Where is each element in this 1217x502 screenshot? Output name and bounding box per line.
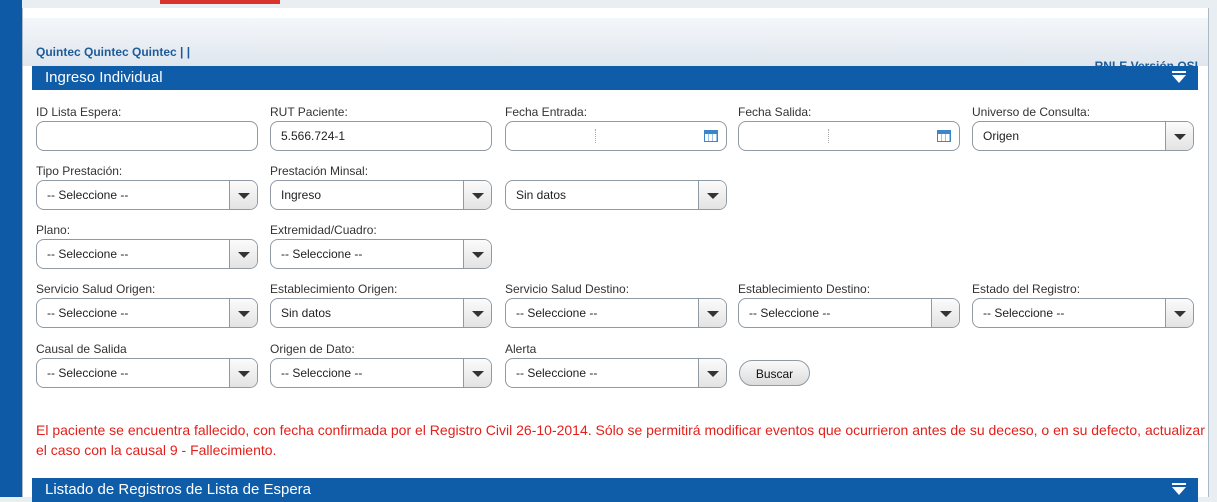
- origen-dato-label: Origen de Dato:: [270, 342, 355, 356]
- calendar-icon[interactable]: [937, 130, 951, 142]
- estado-registro-label: Estado del Registro:: [972, 282, 1081, 296]
- id-lista-espera-label: ID Lista Espera:: [36, 105, 122, 119]
- chevron-down-icon[interactable]: [698, 181, 726, 209]
- prestacion-detalle-value: Sin datos: [516, 188, 567, 202]
- left-border: [0, 0, 22, 497]
- tipo-prestacion-label: Tipo Prestación:: [36, 164, 123, 178]
- chevron-down-icon[interactable]: [463, 299, 491, 327]
- establecimiento-origen-label: Establecimiento Origen:: [270, 282, 398, 296]
- calendar-icon[interactable]: [704, 130, 718, 142]
- fecha-salida-input[interactable]: [738, 121, 960, 151]
- panel-header-ingreso[interactable]: Ingreso Individual: [32, 66, 1198, 90]
- chevron-down-icon[interactable]: [698, 299, 726, 327]
- chevron-down-icon[interactable]: [229, 299, 257, 327]
- plano-value: -- Seleccione --: [47, 247, 129, 261]
- extremidad-cuadro-label: Extremidad/Cuadro:: [270, 223, 377, 237]
- chevron-down-icon[interactable]: [229, 240, 257, 268]
- chevron-down-icon[interactable]: [698, 359, 726, 387]
- brand-name: Quintec Quintec Quintec | |: [36, 45, 191, 59]
- fecha-salida-label: Fecha Salida:: [738, 105, 812, 119]
- deceased-warning: El paciente se encuentra fallecido, con …: [36, 422, 1205, 458]
- prestacion-minsal-select[interactable]: Ingreso: [270, 180, 492, 210]
- causal-salida-label: Causal de Salida: [36, 342, 127, 356]
- estado-registro-value: -- Seleccione --: [983, 306, 1065, 320]
- alerta-select[interactable]: -- Seleccione --: [505, 358, 727, 388]
- extremidad-cuadro-select[interactable]: -- Seleccione --: [270, 239, 492, 269]
- id-lista-espera-input[interactable]: [36, 121, 258, 151]
- servicio-salud-origen-label: Servicio Salud Origen:: [36, 282, 156, 296]
- causal-salida-select[interactable]: -- Seleccione --: [36, 358, 258, 388]
- tipo-prestacion-value: -- Seleccione --: [47, 188, 129, 202]
- alerta-label: Alerta: [505, 342, 537, 356]
- causal-salida-value: -- Seleccione --: [47, 366, 129, 380]
- date-separator: [828, 129, 829, 143]
- buscar-button[interactable]: Buscar: [739, 360, 810, 386]
- chevron-down-icon[interactable]: [463, 240, 491, 268]
- chevron-down-icon[interactable]: [229, 181, 257, 209]
- universo-consulta-label: Universo de Consulta:: [972, 105, 1091, 119]
- establecimiento-destino-select[interactable]: -- Seleccione --: [738, 298, 960, 328]
- alerta-value: -- Seleccione --: [516, 366, 598, 380]
- list-panel-title: Listado de Registros de Lista de Espera: [45, 481, 311, 498]
- establecimiento-destino-label: Establecimiento Destino:: [738, 282, 871, 296]
- plano-label: Plano:: [36, 223, 71, 237]
- date-separator: [595, 129, 596, 143]
- tipo-prestacion-select[interactable]: -- Seleccione --: [36, 180, 258, 210]
- estado-registro-select[interactable]: -- Seleccione --: [972, 298, 1194, 328]
- rut-paciente-label: RUT Paciente:: [270, 105, 348, 119]
- chevron-down-icon[interactable]: [931, 299, 959, 327]
- universo-consulta-value: Origen: [983, 129, 1020, 143]
- panel-header-listado[interactable]: Listado de Registros de Lista de Espera: [32, 478, 1198, 502]
- origen-dato-select[interactable]: -- Seleccione --: [270, 358, 492, 388]
- chevron-down-icon[interactable]: [229, 359, 257, 387]
- chevron-down-icon[interactable]: [1165, 122, 1193, 150]
- fecha-entrada-input[interactable]: [505, 121, 727, 151]
- servicio-salud-destino-value: -- Seleccione --: [516, 306, 598, 320]
- servicio-salud-destino-label: Servicio Salud Destino:: [505, 282, 630, 296]
- app-header: Quintec Quintec Quintec | | RNLE Versión…: [23, 18, 1208, 73]
- top-tab-accent: [160, 0, 280, 4]
- panel-title: Ingreso Individual: [45, 69, 163, 86]
- collapse-icon[interactable]: [1172, 71, 1186, 85]
- prestacion-detalle-select[interactable]: Sin datos: [505, 180, 727, 210]
- prestacion-minsal-label: Prestación Minsal:: [270, 164, 369, 178]
- establecimiento-origen-value: Sin datos: [281, 306, 332, 320]
- prestacion-minsal-value: Ingreso: [281, 188, 322, 202]
- collapse-icon[interactable]: [1172, 483, 1186, 497]
- servicio-salud-origen-value: -- Seleccione --: [47, 306, 129, 320]
- origen-dato-value: -- Seleccione --: [281, 366, 363, 380]
- chevron-down-icon[interactable]: [463, 359, 491, 387]
- establecimiento-origen-select[interactable]: Sin datos: [270, 298, 492, 328]
- servicio-salud-destino-select[interactable]: -- Seleccione --: [505, 298, 727, 328]
- main-frame: Quintec Quintec Quintec | | RNLE Versión…: [22, 8, 1209, 502]
- plano-select[interactable]: -- Seleccione --: [36, 239, 258, 269]
- servicio-salud-origen-select[interactable]: -- Seleccione --: [36, 298, 258, 328]
- chevron-down-icon[interactable]: [1165, 299, 1193, 327]
- extremidad-cuadro-value: -- Seleccione --: [281, 247, 363, 261]
- chevron-down-icon[interactable]: [463, 181, 491, 209]
- establecimiento-destino-value: -- Seleccione --: [749, 306, 831, 320]
- fecha-entrada-label: Fecha Entrada:: [505, 105, 588, 119]
- rut-paciente-input[interactable]: 5.566.724-1: [270, 121, 492, 151]
- universo-consulta-select[interactable]: Origen: [972, 121, 1194, 151]
